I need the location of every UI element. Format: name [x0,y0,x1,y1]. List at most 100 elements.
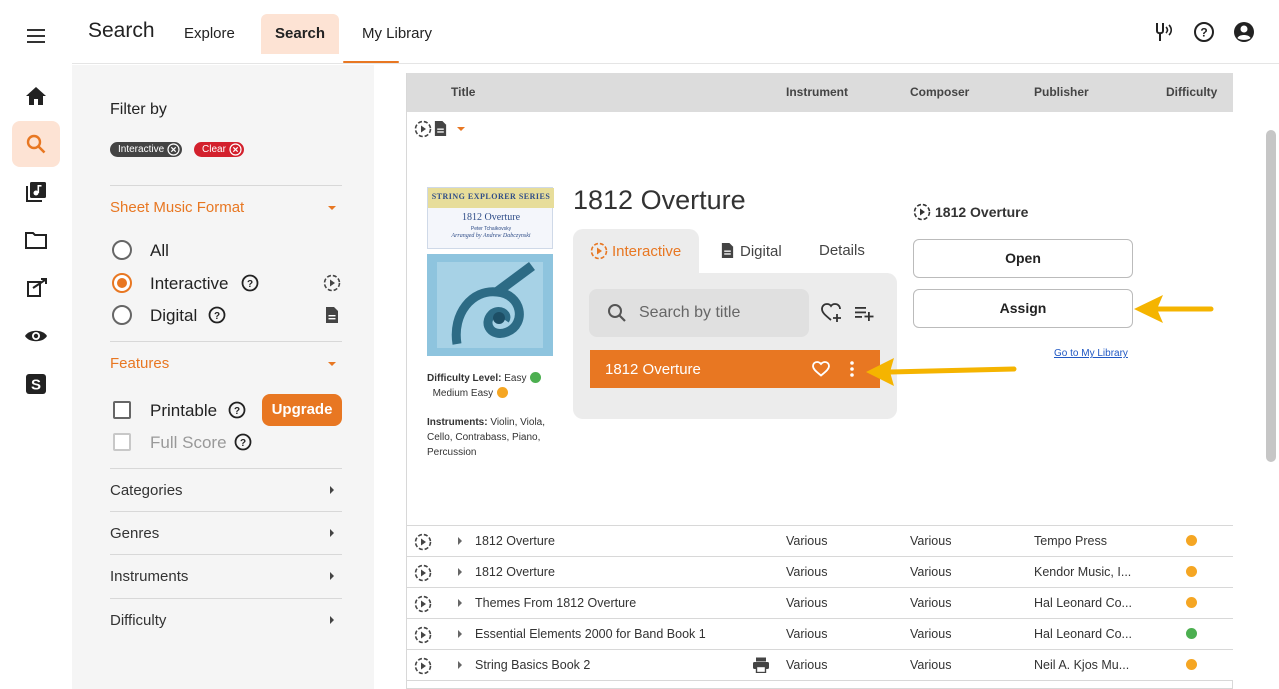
row-title[interactable]: 1812 Overture [475,534,555,548]
rail-folder[interactable] [12,217,60,263]
caret-right-icon[interactable] [330,486,334,494]
tab-digital[interactable]: Digital [720,242,782,260]
interactive-icon [414,626,432,644]
caret-down-icon[interactable] [328,206,336,210]
tuner-button[interactable] [1152,21,1174,43]
format-section-toggle[interactable]: Sheet Music Format [110,199,244,216]
radio-all[interactable] [112,240,132,260]
format-selector[interactable] [414,120,432,138]
account-button[interactable] [1233,21,1255,43]
tuning-fork-icon [1156,23,1173,41]
tab-label: Interactive [612,243,682,260]
rail-library[interactable] [12,169,60,215]
svg-text:?: ? [1200,26,1207,40]
assign-button[interactable]: Assign [913,289,1133,328]
caret-right-icon[interactable] [330,572,334,580]
option-label-full-score: Full Score [150,433,227,452]
difficulty-dot [1186,597,1197,608]
cover-series: STRING EXPLORER SERIES [431,192,551,201]
instruments-info: Instruments: Violin, Viola, Cello, Contr… [427,415,559,460]
table-row[interactable]: String Basics Book 2 Various Various Nei… [407,650,1233,681]
chip-clear[interactable]: Clear [194,142,244,157]
result-item[interactable]: 1812 Overture [590,350,880,388]
instruments-toggle[interactable]: Instruments [110,568,188,585]
row-title[interactable]: Essential Elements 2000 for Band Book 1 [475,627,706,641]
divider [110,598,342,599]
row-title[interactable]: Themes From 1812 Overture [475,596,636,610]
add-to-favorites-button[interactable] [821,303,843,323]
page-title: Search [88,19,155,42]
scrollbar[interactable] [1266,130,1276,462]
table-row[interactable]: 1812 Overture Various Various Tempo Pres… [407,526,1233,557]
row-instrument: Various [786,627,828,641]
help-button[interactable]: ? [1193,21,1215,43]
interactive-icon [323,274,341,292]
rail-search[interactable] [12,121,60,167]
categories-toggle[interactable]: Categories [110,482,183,499]
column-header-title[interactable]: Title [451,85,475,99]
features-section-toggle[interactable]: Features [110,355,169,372]
open-button[interactable]: Open [913,239,1133,278]
rail-assign[interactable] [12,265,60,311]
expand-row-icon[interactable] [458,630,462,638]
title-search-input[interactable]: Search by title [589,289,809,337]
help-interactive-button[interactable]: ? [241,274,259,292]
difficulty-value: Easy [504,373,527,384]
row-instrument: Various [786,658,828,672]
search-icon [26,134,46,154]
table-row[interactable]: 1812 Overture Various Various Kendor Mus… [407,557,1233,588]
table-row[interactable]: Essential Elements 2000 for Band Book 1 … [407,619,1233,650]
row-title[interactable]: String Basics Book 2 [475,658,590,672]
checkbox-full-score[interactable] [113,433,131,451]
tab-interactive[interactable]: Interactive [590,242,681,260]
expand-row-icon[interactable] [458,661,462,669]
format-dropdown-caret[interactable] [457,127,465,131]
caret-right-icon[interactable] [330,616,334,624]
rail-home[interactable] [12,73,60,119]
radio-interactive[interactable] [112,273,132,293]
heart-icon[interactable] [812,361,830,377]
filter-title: Filter by [110,101,167,118]
cover-header: STRING EXPLORER SERIES 1812 Overture Pet… [427,187,554,249]
expand-row-icon[interactable] [458,537,462,545]
remove-chip-button[interactable] [229,143,242,156]
menu-button[interactable] [12,13,60,59]
column-header-instrument[interactable]: Instrument [786,85,848,99]
option-label-all: All [150,241,169,260]
tab-details[interactable]: Details [819,242,865,259]
divider [110,554,342,555]
checkbox-printable[interactable] [113,401,131,419]
more-vert-icon[interactable] [850,361,854,377]
help-icon: ? [241,274,259,292]
tab-search[interactable]: Search [261,14,340,54]
help-icon: ? [228,401,246,419]
caret-down-icon[interactable] [328,362,336,366]
genres-toggle[interactable]: Genres [110,525,159,542]
tab-explore[interactable]: Explore [170,14,249,54]
table-row[interactable]: Themes From 1812 Overture Various Variou… [407,588,1233,619]
add-to-playlist-button[interactable] [854,304,874,322]
row-title[interactable]: 1812 Overture [475,565,555,579]
remove-chip-button[interactable] [167,143,180,156]
tab-my-library[interactable]: My Library [348,14,446,54]
rail-s-app[interactable]: S [12,361,60,407]
radio-digital[interactable] [112,305,132,325]
chip-interactive[interactable]: Interactive [110,142,183,157]
column-header-composer[interactable]: Composer [910,85,969,99]
help-digital-button[interactable]: ? [208,306,226,324]
difficulty-toggle[interactable]: Difficulty [110,612,166,629]
help-icon: ? [1194,22,1214,42]
go-to-library-link[interactable]: Go to My Library [1054,348,1128,359]
rail-watch[interactable] [12,313,60,359]
column-header-difficulty[interactable]: Difficulty [1166,85,1217,99]
interactive-icon [414,564,432,582]
column-header-publisher[interactable]: Publisher [1034,85,1089,99]
expand-row-icon[interactable] [458,599,462,607]
help-printable-button[interactable]: ? [228,401,246,419]
upgrade-button[interactable]: Upgrade [262,394,342,426]
expanded-detail: STRING EXPLORER SERIES 1812 Overture Pet… [407,112,1233,526]
svg-text:?: ? [247,279,253,290]
caret-right-icon[interactable] [330,529,334,537]
expand-row-icon[interactable] [458,568,462,576]
help-full-score-button[interactable]: ? [234,433,252,451]
